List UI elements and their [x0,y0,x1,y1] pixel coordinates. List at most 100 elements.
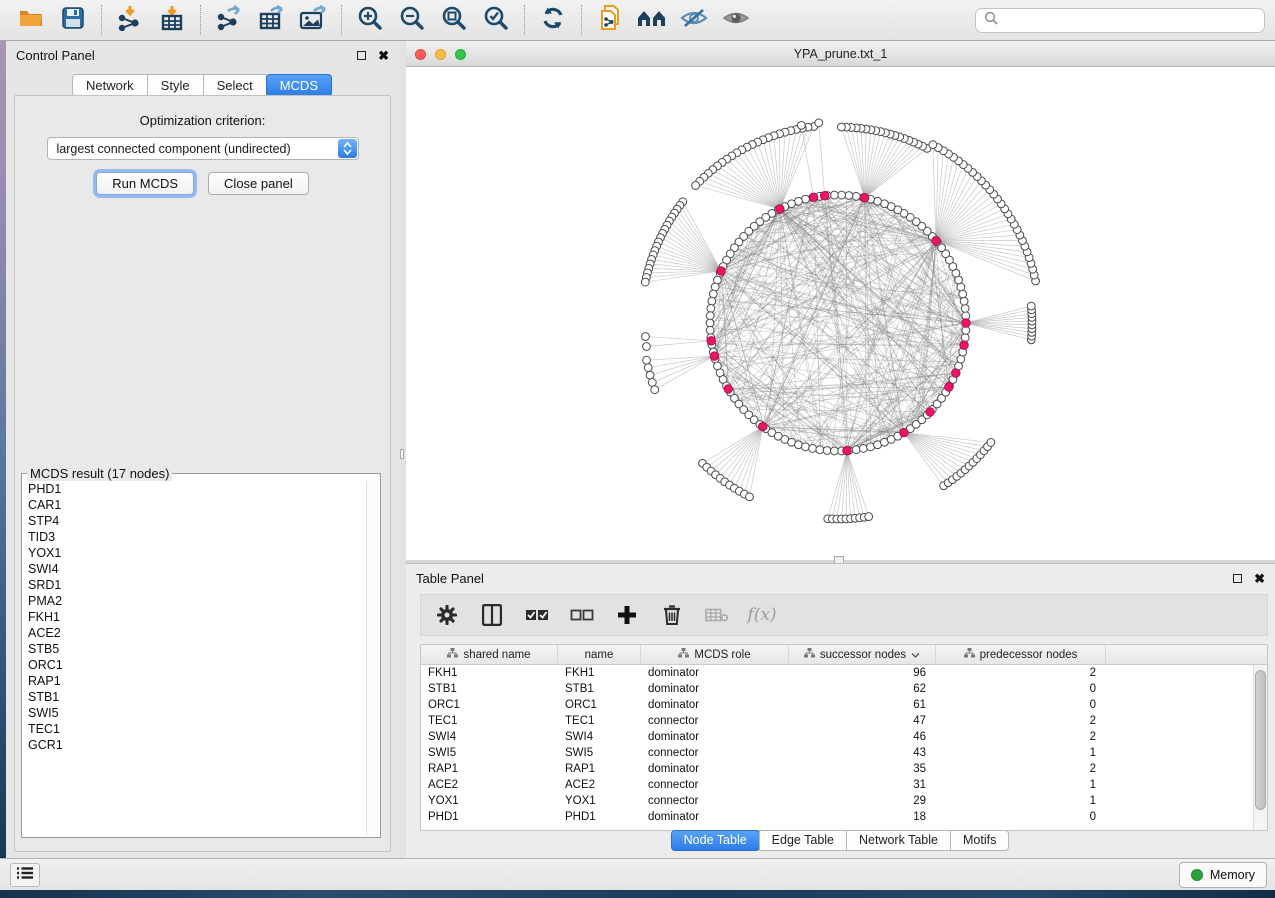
table-cell[interactable]: connector [641,777,789,793]
show-all-button[interactable] [715,3,757,37]
mcds-result-item[interactable]: ACE2 [24,625,378,641]
graph-hub-node[interactable] [759,422,767,430]
tab-mcds[interactable]: MCDS [266,74,332,97]
table-cell[interactable]: dominator [641,697,789,713]
graph-hub-node[interactable] [952,369,960,377]
graph-node[interactable] [802,443,810,451]
table-cell[interactable]: 1 [936,745,1106,761]
mcds-result-item[interactable]: SRD1 [24,577,378,593]
table-row[interactable]: SWI5SWI5connector431 [421,745,1267,761]
run-mcds-button[interactable]: Run MCDS [96,172,194,195]
table-cell[interactable]: PHD1 [558,809,641,825]
table-row[interactable]: STB1STB1dominator620 [421,681,1267,697]
graph-leaf-node[interactable] [692,182,700,190]
delete-columns-button[interactable] [660,602,684,628]
graph-node[interactable] [852,192,860,200]
graph-node[interactable] [960,297,968,305]
close-mcds-panel-button[interactable]: Close panel [208,172,309,195]
mcds-result-item[interactable]: PHD1 [24,481,378,497]
mcds-result-item[interactable]: PMA2 [24,593,378,609]
first-neighbors-button[interactable] [631,3,673,37]
table-cell[interactable]: 0 [936,697,1106,713]
vertical-split-divider[interactable] [399,41,406,858]
open-session-button[interactable] [10,3,52,37]
mcds-result-item[interactable]: STB1 [24,689,378,705]
table-cell[interactable]: 2 [936,729,1106,745]
table-row[interactable]: ORC1ORC1dominator610 [421,697,1267,713]
column-header-shared-name[interactable]: shared name [421,645,558,664]
tab-network[interactable]: Network [72,74,148,97]
mcds-result-item[interactable]: STB5 [24,641,378,657]
graph-hub-node[interactable] [945,383,953,391]
table-cell[interactable]: YOX1 [421,793,558,809]
close-panel-icon[interactable]: ✖ [378,49,389,62]
save-session-button[interactable] [52,3,94,37]
network-canvas[interactable] [406,67,1275,560]
graph-node[interactable] [830,447,838,455]
graph-node[interactable] [961,334,969,342]
float-panel-icon[interactable] [1233,574,1242,583]
mcds-result-item[interactable]: TEC1 [24,721,378,737]
table-cell[interactable]: 47 [789,713,936,729]
table-scrollbar[interactable] [1253,665,1267,830]
search-input[interactable] [1004,12,1256,28]
graph-hub-node[interactable] [707,337,715,345]
graph-hub-node[interactable] [960,341,968,349]
graph-hub-node[interactable] [926,408,934,416]
graph-hub-node[interactable] [710,352,718,360]
mcds-result-item[interactable]: ORC1 [24,657,378,673]
tab-style[interactable]: Style [147,74,204,97]
table-cell[interactable]: dominator [641,665,789,681]
network-window-titlebar[interactable]: YPA_prune.txt_1 [406,41,1275,67]
graph-node[interactable] [961,305,969,313]
graph-hub-node[interactable] [900,429,908,437]
table-cell[interactable]: TEC1 [421,713,558,729]
graph-hub-node[interactable] [860,194,868,202]
table-cell[interactable]: 29 [789,793,936,809]
graph-node[interactable] [959,290,967,298]
export-table-button[interactable] [250,3,292,37]
table-row[interactable]: FKH1FKH1dominator962 [421,665,1267,681]
table-cell[interactable]: 1 [936,777,1106,793]
table-cell[interactable]: 2 [936,761,1106,777]
graph-leaf-node[interactable] [644,364,652,372]
table-cell[interactable]: 35 [789,761,936,777]
table-cell[interactable]: 2 [936,665,1106,681]
graph-node[interactable] [830,191,838,199]
graph-hub-node[interactable] [843,446,851,454]
table-cell[interactable]: ORC1 [421,697,558,713]
mcds-result-item[interactable]: FKH1 [24,609,378,625]
hide-selected-button[interactable] [673,3,715,37]
graph-leaf-node[interactable] [746,493,754,501]
graph-node[interactable] [816,446,824,454]
import-table-button[interactable] [151,3,193,37]
table-cell[interactable]: ACE2 [558,777,641,793]
refresh-layout-button[interactable] [532,3,574,37]
mcds-result-item[interactable]: CAR1 [24,497,378,513]
tab-edge-table[interactable]: Edge Table [759,830,847,851]
graph-leaf-node[interactable] [648,379,656,387]
table-cell[interactable]: STB1 [421,681,558,697]
close-panel-icon[interactable]: ✖ [1254,572,1265,585]
float-panel-icon[interactable] [357,51,366,60]
criterion-select[interactable]: largest connected component (undirected) [47,137,359,160]
table-cell[interactable]: 0 [936,681,1106,697]
graph-leaf-node[interactable] [797,121,805,129]
table-cell[interactable]: dominator [641,681,789,697]
table-cell[interactable]: RAP1 [558,761,641,777]
table-cell[interactable]: 1 [936,793,1106,809]
table-cell[interactable]: PHD1 [421,809,558,825]
column-header-predecessor-nodes[interactable]: predecessor nodes [936,645,1106,664]
table-cell[interactable]: 18 [789,809,936,825]
table-cell[interactable]: RAP1 [421,761,558,777]
network-canvas-svg[interactable] [406,67,1275,560]
tab-motifs[interactable]: Motifs [950,830,1009,851]
table-cell[interactable]: SWI5 [421,745,558,761]
graph-node[interactable] [860,445,868,453]
graph-node[interactable] [706,319,714,327]
table-cell[interactable]: SWI4 [421,729,558,745]
table-row[interactable]: ACE2ACE2connector311 [421,777,1267,793]
tab-network-table[interactable]: Network Table [846,830,951,851]
mcds-result-item[interactable]: STP4 [24,513,378,529]
mcds-result-item[interactable]: SWI5 [24,705,378,721]
